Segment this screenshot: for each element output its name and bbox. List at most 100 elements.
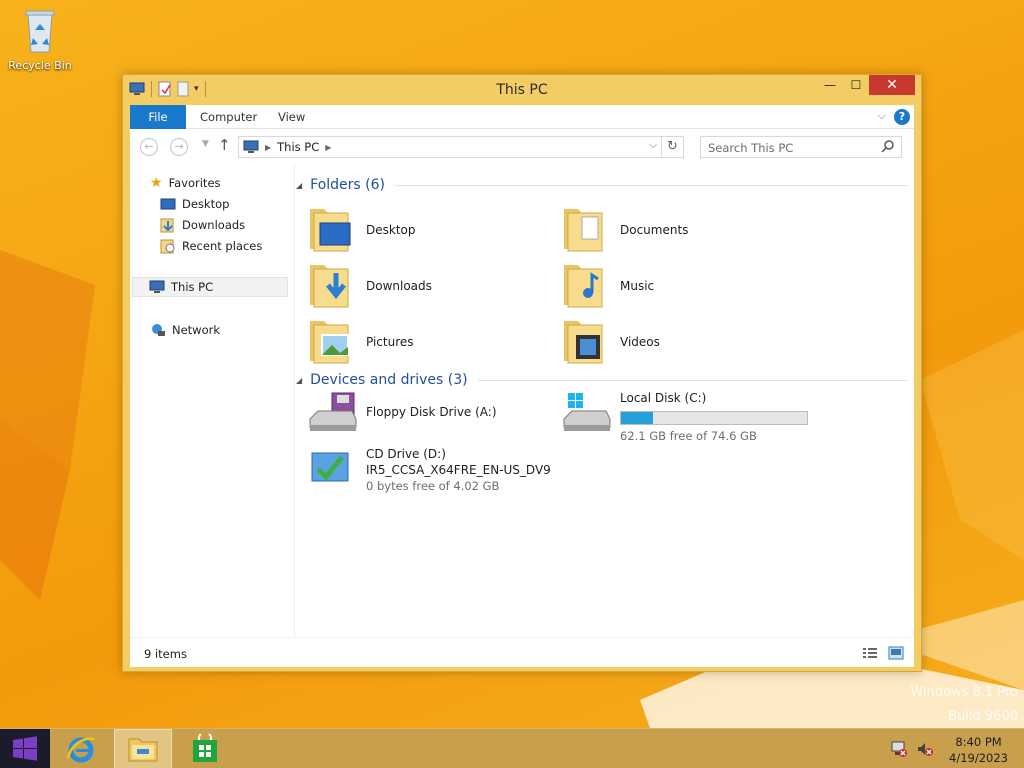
nav-network-label: Network [172, 323, 221, 337]
details-view-icon[interactable] [862, 646, 878, 660]
devices-group-header[interactable]: ◢ Devices and drives (3) [296, 372, 908, 388]
file-explorer-taskbar-button[interactable] [114, 729, 172, 768]
search-placeholder: Search This PC [708, 141, 794, 155]
breadcrumb-separator-icon[interactable]: ▶ [265, 143, 271, 152]
close-icon: ✕ [886, 77, 898, 93]
folder-downloads[interactable]: Downloads [308, 259, 558, 313]
drive-local-c[interactable]: Local Disk (C:) 62.1 GB free of 74.6 GB [562, 391, 822, 443]
internet-explorer-icon [66, 737, 96, 763]
minimize-icon: — [824, 78, 836, 92]
taskbar-clock[interactable]: 8:40 PM 4/19/2023 [949, 734, 1008, 766]
item-count: 9 items [144, 647, 187, 661]
search-input[interactable]: Search This PC [700, 136, 902, 158]
nav-network[interactable]: Network [150, 320, 220, 340]
expand-ribbon-icon[interactable]: ⌵ [878, 109, 886, 123]
file-list-view: ◢ Folders (6) Desktop Documents Download… [296, 165, 914, 637]
nav-favorites[interactable]: ★ Favorites [150, 173, 221, 193]
drive-cd-d-label: CD Drive (D:) [366, 447, 446, 461]
help-icon[interactable]: ? [894, 109, 910, 125]
recycle-bin-desktop-icon[interactable]: Recycle Bin [6, 6, 74, 72]
nav-this-pc-label: This PC [171, 280, 214, 294]
network-status-icon[interactable] [890, 740, 908, 758]
network-icon [152, 324, 165, 336]
nav-this-pc[interactable]: This PC [132, 277, 288, 297]
window-title: This PC [496, 82, 548, 98]
build-watermark: Build 9600 [948, 709, 1018, 724]
clock-time: 8:40 PM [955, 735, 1002, 749]
close-button[interactable]: ✕ [869, 75, 915, 95]
star-icon: ★ [150, 175, 163, 191]
maximize-button[interactable]: ☐ [843, 75, 869, 95]
downloads-icon [160, 218, 174, 233]
floppy-drive-icon [309, 392, 357, 431]
folder-desktop[interactable]: Desktop [308, 203, 558, 257]
nav-recent-places[interactable]: Recent places [160, 236, 262, 256]
folder-pictures[interactable]: Pictures [308, 315, 558, 369]
local-disk-icon [563, 393, 611, 431]
internet-explorer-taskbar-button[interactable] [52, 729, 110, 768]
drive-cd-d[interactable]: CD Drive (D:) IR5_CCSA_X64FRE_EN-US_DV9 … [308, 447, 568, 497]
desktop-folder-icon [310, 209, 351, 252]
nav-downloads-label: Downloads [182, 218, 246, 232]
folder-desktop-label: Desktop [366, 223, 416, 237]
pane-divider[interactable] [294, 165, 295, 637]
pictures-folder-icon [310, 321, 349, 364]
drive-cd-d-volume: IR5_CCSA_X64FRE_EN-US_DV9 [366, 463, 551, 477]
minimize-button[interactable]: — [817, 75, 843, 95]
large-icons-view-icon[interactable] [888, 646, 904, 660]
cd-drive-icon [311, 452, 349, 482]
system-tray [890, 740, 934, 758]
content-area: ★ Favorites Desktop Downloads Recent pla… [130, 165, 914, 637]
folder-videos-label: Videos [620, 335, 660, 349]
tab-view[interactable]: View [278, 105, 305, 129]
folder-music-label: Music [620, 279, 655, 293]
videos-folder-icon [564, 321, 603, 364]
forward-button[interactable]: → [170, 138, 188, 156]
disk-usage-bar [620, 411, 808, 425]
recycle-bin-icon [25, 10, 55, 53]
file-explorer-window: ▾ This PC — ☐ ✕ File Computer View ⌵ ? ←… [122, 74, 922, 672]
address-dropdown-icon[interactable]: ⌵ [649, 140, 657, 151]
navigation-pane: ★ Favorites Desktop Downloads Recent pla… [130, 165, 294, 637]
nav-downloads[interactable]: Downloads [160, 215, 245, 235]
back-button[interactable]: ← [140, 138, 158, 156]
folder-music[interactable]: Music [562, 259, 812, 313]
desktop-icon [160, 198, 176, 210]
nav-desktop[interactable]: Desktop [160, 194, 229, 214]
nav-favorites-label: Favorites [168, 176, 221, 190]
breadcrumb-this-pc[interactable]: This PC [277, 140, 319, 154]
folder-downloads-label: Downloads [366, 279, 432, 293]
breadcrumb-separator-icon[interactable]: ▶ [325, 143, 331, 152]
forward-arrow-icon: → [174, 140, 184, 153]
recent-locations-icon[interactable]: ▼ [202, 139, 209, 149]
start-button[interactable] [0, 729, 50, 768]
title-bar[interactable]: ▾ This PC — ☐ ✕ [123, 75, 921, 105]
folder-documents-label: Documents [620, 223, 689, 237]
up-arrow-icon[interactable]: ↑ [218, 136, 231, 154]
folder-videos[interactable]: Videos [562, 315, 812, 369]
collapse-icon: ◢ [296, 375, 303, 385]
maximize-icon: ☐ [850, 78, 862, 92]
folder-documents[interactable]: Documents [562, 203, 812, 257]
back-arrow-icon: ← [144, 140, 154, 153]
status-bar: 9 items [130, 637, 914, 667]
drive-floppy[interactable]: Floppy Disk Drive (A:) [308, 391, 568, 441]
collapse-icon: ◢ [296, 180, 303, 190]
drive-cd-d-free: 0 bytes free of 4.02 GB [366, 479, 500, 493]
disk-usage-fill [621, 412, 653, 424]
address-bar[interactable]: ▶ This PC ▶ ⌵ ↻ [238, 136, 684, 158]
documents-folder-icon [564, 209, 603, 252]
computer-icon [149, 280, 165, 293]
tab-file[interactable]: File [130, 105, 186, 129]
folders-group-title: Folders (6) [310, 177, 385, 193]
recent-places-icon [160, 239, 175, 254]
volume-muted-icon[interactable] [916, 740, 934, 758]
nav-desktop-label: Desktop [182, 197, 230, 211]
folders-group-header[interactable]: ◢ Folders (6) [296, 177, 908, 193]
devices-group-title: Devices and drives (3) [310, 372, 468, 388]
store-taskbar-button[interactable] [176, 729, 234, 768]
drive-floppy-label: Floppy Disk Drive (A:) [366, 405, 497, 419]
tab-computer[interactable]: Computer [200, 105, 257, 129]
drive-local-c-label: Local Disk (C:) [620, 391, 707, 405]
refresh-icon[interactable]: ↻ [661, 137, 683, 157]
